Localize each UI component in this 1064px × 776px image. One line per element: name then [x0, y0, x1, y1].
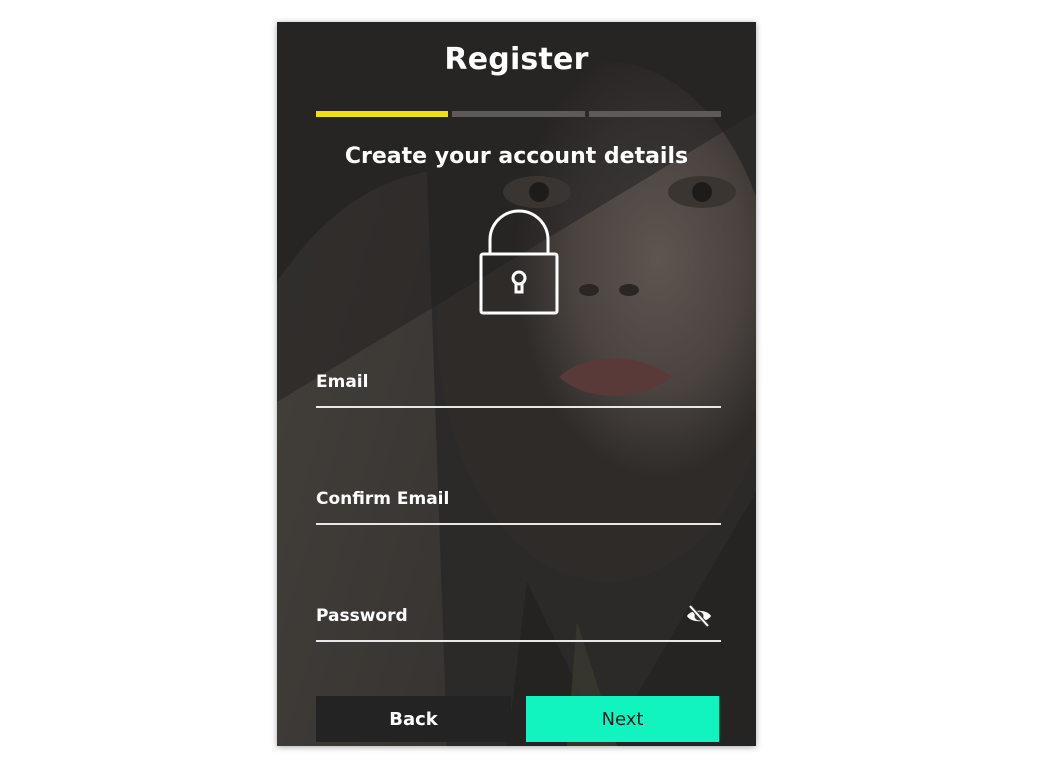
confirm-email-field[interactable]: Confirm Email [316, 483, 721, 525]
password-input[interactable] [316, 600, 721, 640]
progress-step-3 [588, 111, 721, 117]
progress-step-2 [452, 111, 585, 117]
email-field[interactable]: Email [316, 366, 721, 408]
password-field[interactable]: Password [316, 600, 721, 642]
page-title: Register [444, 42, 589, 77]
register-panel: Register Create your account details Ema… [277, 22, 756, 746]
back-button[interactable]: Back [316, 696, 511, 742]
confirm-email-input[interactable] [316, 483, 721, 523]
progress-steps [316, 111, 721, 117]
section-subtitle: Create your account details [344, 144, 689, 169]
page: Register Create your account details Ema… [0, 0, 1064, 776]
eye-slash-icon[interactable] [685, 604, 713, 628]
email-input[interactable] [316, 366, 721, 406]
lock-icon [479, 209, 559, 315]
next-button[interactable]: Next [526, 696, 719, 742]
progress-step-1 [316, 111, 449, 117]
